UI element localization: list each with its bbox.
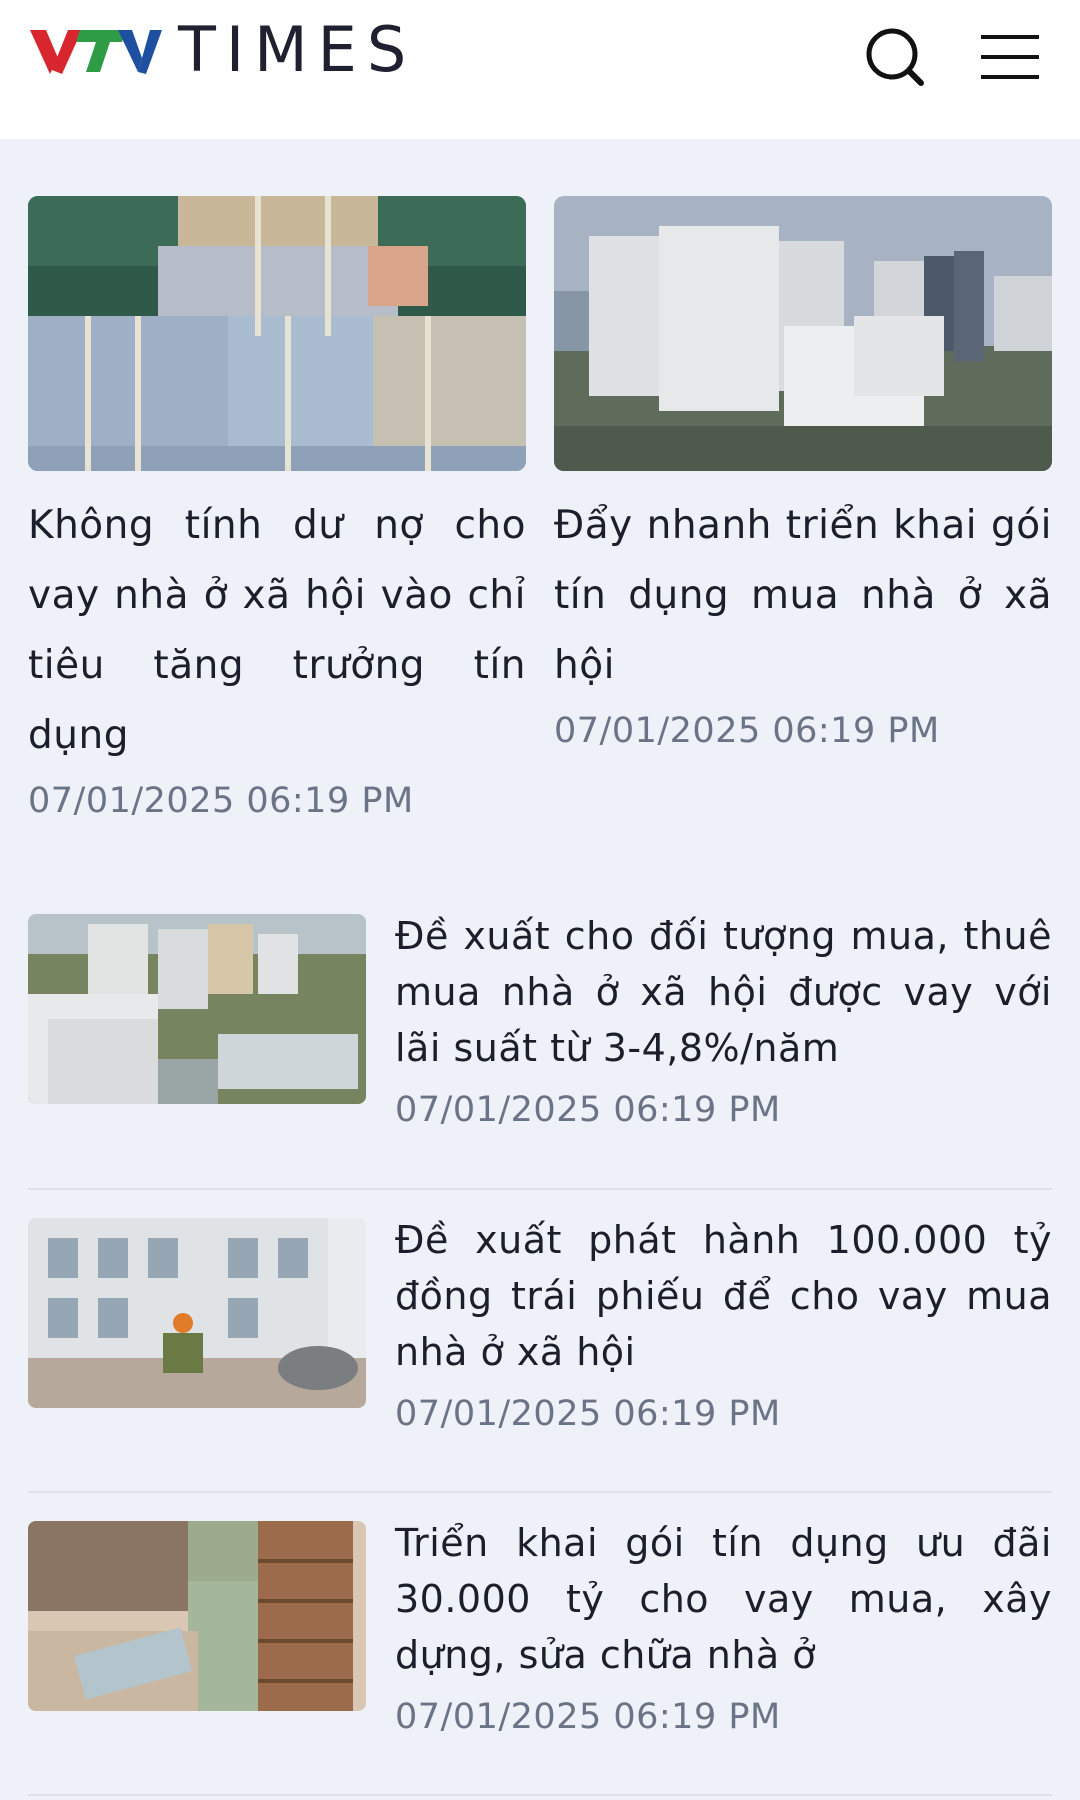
divider (28, 1491, 1052, 1493)
article-title[interactable]: Triển khai gói tín dụng ưu đãi 30.000 tỷ… (395, 1515, 1052, 1683)
article-title[interactable]: Không tính dư nợ cho vay nhà ở xã hội và… (28, 491, 526, 771)
article-title[interactable]: Đề xuất phát hành 100.000 tỷ đồng trái p… (395, 1212, 1052, 1380)
menu-button[interactable] (975, 22, 1045, 92)
money-stack-image (28, 196, 526, 471)
article-date: 07/01/2025 06:19 PM (395, 1090, 781, 1130)
article-date: 07/01/2025 06:19 PM (554, 711, 940, 751)
article-date: 07/01/2025 06:19 PM (28, 781, 414, 821)
search-icon (866, 28, 924, 86)
article-list-item[interactable]: Triển khai gói tín dụng ưu đãi 30.000 tỷ… (28, 1521, 1052, 1785)
logo-times-text: TIMES (178, 13, 417, 86)
article-title[interactable]: Đẩy nhanh triển khai gói tín dụng mua nh… (554, 491, 1052, 701)
news-feed: Không tính dư nợ cho vay nhà ở xã hội và… (0, 139, 1080, 1800)
article-thumbnail-housing-complex[interactable] (28, 914, 366, 1104)
article-list-item[interactable]: Đề xuất cho đối tượng mua, thuê mua nhà … (28, 914, 1052, 1178)
divider (28, 1188, 1052, 1190)
construction-worker-image (28, 1218, 366, 1408)
article-date: 07/01/2025 06:19 PM (395, 1394, 781, 1434)
article-text: Triển khai gói tín dụng ưu đãi 30.000 tỷ… (395, 1521, 1052, 1737)
article-thumbnail-construction[interactable] (28, 1218, 366, 1408)
featured-article-card[interactable]: Đẩy nhanh triển khai gói tín dụng mua nh… (554, 196, 1052, 751)
vtv-times-logo[interactable]: TIMES (30, 18, 416, 82)
article-date: 07/01/2025 06:19 PM (395, 1697, 781, 1737)
apartment-buildings-image (554, 196, 1052, 471)
article-thumbnail-apartments[interactable] (554, 196, 1052, 471)
article-thumbnail-cash[interactable] (28, 1521, 366, 1711)
housing-complex-image (28, 914, 366, 1104)
vtv-logo-mark (30, 30, 162, 74)
cash-bundles-image (28, 1521, 366, 1711)
search-button[interactable] (860, 22, 930, 92)
top-header: TIMES (0, 0, 1080, 139)
article-text: Đề xuất phát hành 100.000 tỷ đồng trái p… (395, 1218, 1052, 1434)
article-thumbnail-money[interactable] (28, 196, 526, 471)
article-text: Đề xuất cho đối tượng mua, thuê mua nhà … (395, 914, 1052, 1130)
divider (28, 1794, 1052, 1796)
featured-article-card[interactable]: Không tính dư nợ cho vay nhà ở xã hội và… (28, 196, 526, 821)
hamburger-menu-icon (981, 35, 1039, 79)
article-title[interactable]: Đề xuất cho đối tượng mua, thuê mua nhà … (395, 908, 1052, 1076)
article-list-item[interactable]: Đề xuất phát hành 100.000 tỷ đồng trái p… (28, 1218, 1052, 1482)
